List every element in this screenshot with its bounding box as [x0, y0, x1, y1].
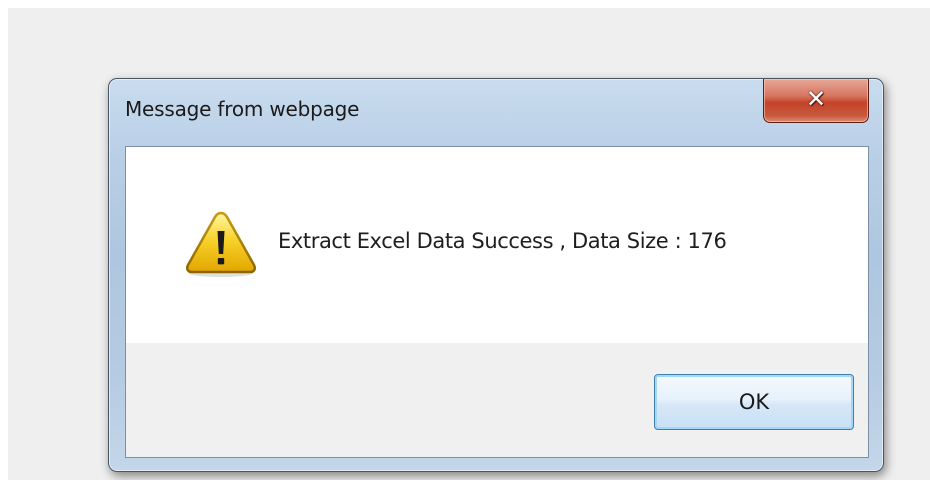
ok-button-label: OK [738, 390, 770, 414]
dialog-content: Extract Excel Data Success , Data Size :… [125, 146, 869, 458]
ok-button[interactable]: OK [654, 374, 854, 430]
message-text: Extract Excel Data Success , Data Size :… [278, 229, 727, 253]
warning-icon [185, 211, 257, 277]
dialog-title: Message from webpage [125, 97, 360, 121]
message-area: Extract Excel Data Success , Data Size :… [126, 147, 868, 343]
close-button[interactable]: ✕ [763, 79, 869, 123]
close-icon: ✕ [805, 85, 827, 113]
message-dialog: Message from webpage ✕ Extract Excel Dat… [108, 78, 884, 472]
